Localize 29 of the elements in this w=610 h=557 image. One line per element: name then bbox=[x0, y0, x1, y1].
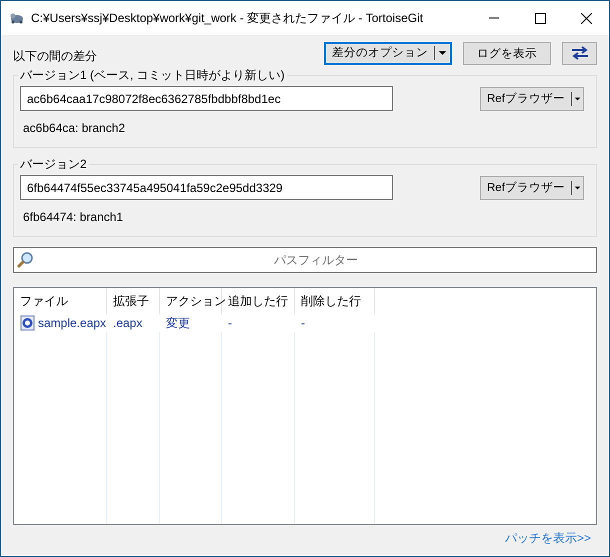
show-patch-link[interactable]: パッチを表示>> bbox=[504, 530, 591, 547]
diff-options-button[interactable]: 差分のオプション bbox=[324, 42, 452, 64]
branch-info: 6fb64474: branch1 bbox=[23, 210, 124, 224]
table-cell: .eapx bbox=[113, 316, 142, 330]
swap-button[interactable] bbox=[562, 42, 597, 64]
table-cell: - bbox=[228, 316, 232, 330]
file-row[interactable]: sample.eapx .eapx 変更 - - bbox=[14, 314, 596, 332]
table-cell: 変更 bbox=[166, 314, 190, 332]
show-log-button[interactable]: ログを表示 bbox=[463, 42, 551, 64]
search-icon bbox=[16, 251, 34, 269]
branch-info: ac6b64ca: branch2 bbox=[23, 121, 126, 135]
column-header[interactable]: ファイル bbox=[14, 288, 107, 314]
commit-hash-field[interactable]: ac6b64caa17c98072f8ec6362785fbdbbf8bd1ec bbox=[20, 86, 393, 111]
ref-browser-button[interactable]: Refブラウザー bbox=[480, 86, 584, 110]
file-icon bbox=[20, 315, 36, 331]
close-icon bbox=[580, 12, 592, 24]
table-cell: sample.eapx bbox=[38, 316, 106, 330]
ref-browser-button[interactable]: Refブラウザー bbox=[480, 176, 584, 200]
commit-hash-field[interactable]: 6fb64474f55ec33745a495041fa59c2e95dd3329 bbox=[20, 175, 393, 200]
version-legend: バージョン2 bbox=[18, 156, 89, 173]
version-legend: バージョン1 (ベース, コミット日時がより新しい) bbox=[18, 67, 287, 84]
swap-arrows-icon bbox=[570, 46, 590, 60]
table-cell: - bbox=[301, 316, 305, 330]
path-filter-field[interactable]: パスフィルター bbox=[13, 247, 597, 273]
column-header[interactable]: 削除した行 bbox=[295, 288, 375, 314]
diff-label: 以下の間の差分 bbox=[13, 48, 98, 64]
window-title: C:¥Users¥ssj¥Desktop¥work¥git_work - 変更されたファイル - TortoiseGit bbox=[31, 10, 424, 26]
column-header[interactable]: 拡張子 bbox=[107, 288, 160, 314]
maximize-icon bbox=[534, 12, 546, 24]
